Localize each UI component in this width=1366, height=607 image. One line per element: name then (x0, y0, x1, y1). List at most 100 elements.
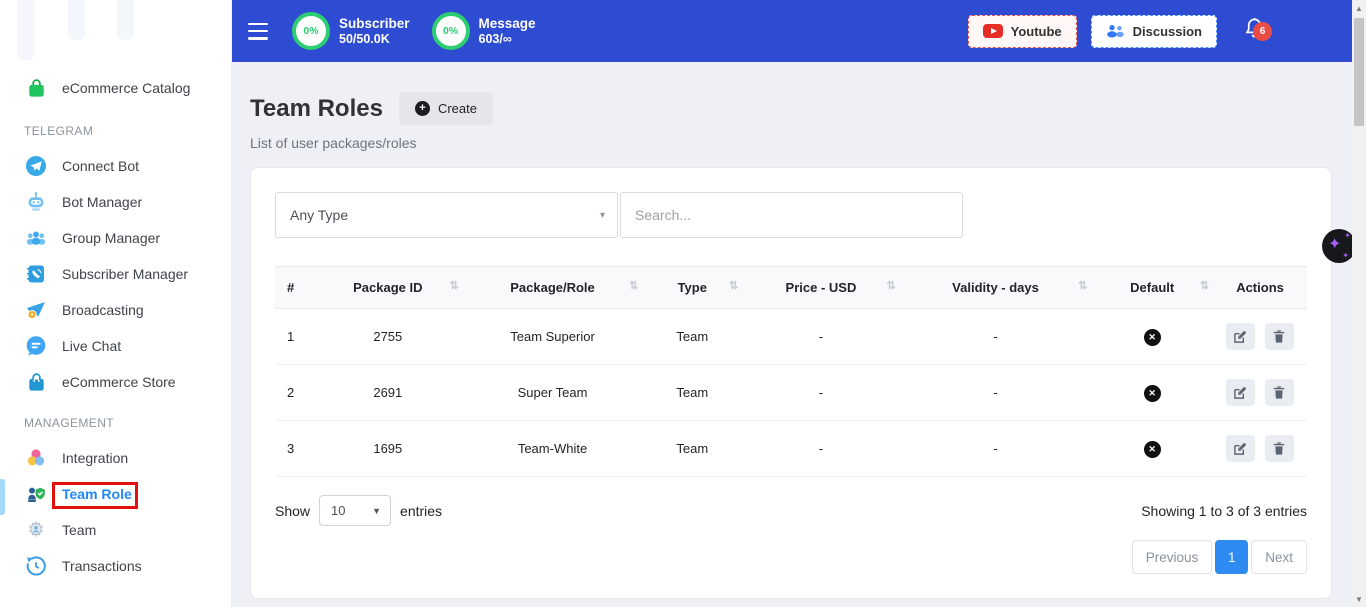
sidebar-item-transactions[interactable]: Transactions (0, 548, 231, 584)
cell-type: Team (642, 309, 742, 365)
subscriber-stat-value: 50/50.0K (339, 32, 410, 47)
main-content: Team Roles + Create List of user package… (232, 62, 1366, 607)
showing-entries-text: Showing 1 to 3 of 3 entries (1141, 503, 1307, 519)
sidebar-item-team[interactable]: Team (0, 512, 231, 548)
sidebar-item-integration[interactable]: Integration (0, 440, 231, 476)
pagination: Previous 1 Next (275, 540, 1307, 574)
page-size-select[interactable]: 10 ▼ (319, 495, 391, 526)
discussion-button[interactable]: Discussion (1091, 15, 1217, 48)
entries-label: entries (400, 503, 442, 519)
column-header-validity[interactable]: Validity - days⇅ (900, 267, 1092, 309)
sort-icon[interactable]: ⇅ (629, 279, 638, 292)
plus-circle-icon: + (415, 101, 430, 116)
hamburger-menu-icon[interactable] (248, 23, 270, 40)
logo-skeleton (0, 0, 231, 64)
group-people-icon (24, 226, 48, 250)
sort-icon[interactable]: ⇅ (729, 279, 738, 292)
column-header-package-id[interactable]: Package ID⇅ (313, 267, 463, 309)
sidebar-item-label: Integration (62, 450, 128, 466)
message-stat-label: Message (479, 15, 536, 32)
scroll-up-arrow-icon[interactable]: ▲ (1352, 0, 1366, 16)
column-header-price[interactable]: Price - USD⇅ (742, 267, 900, 309)
telegram-icon (24, 154, 48, 178)
scrollbar-thumb[interactable] (1354, 18, 1364, 126)
sort-icon[interactable]: ⇅ (449, 279, 458, 292)
column-header-actions: Actions (1213, 267, 1307, 309)
sidebar-item-broadcasting[interactable]: Broadcasting (0, 292, 231, 328)
type-filter-select[interactable]: Any Type ▾ (275, 192, 618, 238)
search-input[interactable] (620, 192, 963, 238)
delete-button[interactable] (1265, 379, 1294, 406)
chat-bubble-icon (24, 334, 48, 358)
cell-actions (1213, 309, 1307, 365)
ai-assistant-button[interactable]: ✦ ✦ ✦ (1322, 229, 1356, 263)
cell-num: 3 (275, 421, 313, 477)
column-header-num: # (275, 267, 313, 309)
discussion-button-label: Discussion (1133, 24, 1202, 39)
message-stat: 0% Message 603/∞ (432, 12, 536, 50)
users-icon (1106, 24, 1125, 38)
column-header-package-role[interactable]: Package/Role⇅ (463, 267, 643, 309)
sidebar: eCommerce Catalog TELEGRAM Connect Bot B… (0, 0, 232, 607)
table-row: 1 2755 Team Superior Team - - ✕ (275, 309, 1307, 365)
chevron-down-icon: ▾ (600, 210, 605, 221)
table-header-row: # Package ID⇅ Package/Role⇅ Type⇅ Price … (275, 267, 1307, 309)
sidebar-item-team-role[interactable]: Team Role (0, 476, 231, 512)
contact-book-icon (24, 262, 48, 286)
edit-button[interactable] (1226, 435, 1255, 462)
youtube-button[interactable]: Youtube (968, 15, 1077, 48)
create-button-label: Create (438, 101, 477, 116)
table-row: 3 1695 Team-White Team - - ✕ (275, 421, 1307, 477)
app-root: eCommerce Catalog TELEGRAM Connect Bot B… (0, 0, 1366, 607)
sidebar-item-bot-manager[interactable]: Bot Manager (0, 184, 231, 220)
cell-package-role: Super Team (463, 365, 643, 421)
sidebar-item-label: Bot Manager (62, 194, 142, 210)
team-roles-table: # Package ID⇅ Package/Role⇅ Type⇅ Price … (275, 266, 1307, 477)
cell-num: 2 (275, 365, 313, 421)
column-header-type[interactable]: Type⇅ (642, 267, 742, 309)
cell-package-id: 2691 (313, 365, 463, 421)
sidebar-item-ecommerce-store[interactable]: eCommerce Store (0, 364, 231, 400)
sidebar-item-subscriber-manager[interactable]: Subscriber Manager (0, 256, 231, 292)
not-default-icon: ✕ (1144, 329, 1161, 346)
cell-type: Team (642, 421, 742, 477)
skeleton-bar (17, 0, 34, 60)
cell-price: - (742, 309, 900, 365)
create-button[interactable]: + Create (399, 92, 493, 125)
cell-package-id: 2755 (313, 309, 463, 365)
sidebar-item-group-manager[interactable]: Group Manager (0, 220, 231, 256)
message-stat-value: 603/∞ (479, 32, 536, 47)
edit-button[interactable] (1226, 323, 1255, 350)
robot-icon (24, 190, 48, 214)
delete-button[interactable] (1265, 323, 1294, 350)
sparkles-icon: ✦ (1344, 231, 1351, 240)
sidebar-item-label: Broadcasting (62, 302, 144, 318)
cell-type: Team (642, 365, 742, 421)
column-header-default[interactable]: Default⇅ (1091, 267, 1213, 309)
cell-actions (1213, 421, 1307, 477)
notifications-button[interactable]: 6 (1243, 16, 1266, 46)
table-card: Any Type ▾ # Package ID⇅ Package/Role⇅ T… (250, 167, 1332, 599)
sort-icon[interactable]: ⇅ (1078, 279, 1087, 292)
edit-button[interactable] (1226, 379, 1255, 406)
previous-page-button[interactable]: Previous (1132, 540, 1213, 574)
shopping-bag-green-icon (24, 76, 48, 100)
sidebar-item-label: Transactions (62, 558, 142, 574)
sidebar-item-label: eCommerce Catalog (62, 80, 190, 96)
topbar: 0% Subscriber 50/50.0K 0% Message 603/∞ … (232, 0, 1366, 62)
cell-num: 1 (275, 309, 313, 365)
scroll-down-arrow-icon[interactable]: ▼ (1352, 591, 1366, 607)
delete-button[interactable] (1265, 435, 1294, 462)
sort-icon[interactable]: ⇅ (1200, 279, 1209, 292)
not-default-icon: ✕ (1144, 385, 1161, 402)
not-default-icon: ✕ (1144, 441, 1161, 458)
sidebar-item-ecommerce-catalog[interactable]: eCommerce Catalog (0, 68, 231, 108)
type-filter-value: Any Type (290, 207, 348, 223)
page-size-value: 10 (331, 503, 345, 518)
sidebar-item-connect-bot[interactable]: Connect Bot (0, 148, 231, 184)
sort-icon[interactable]: ⇅ (887, 279, 896, 292)
next-page-button[interactable]: Next (1251, 540, 1307, 574)
skeleton-bar (68, 0, 85, 40)
sidebar-item-live-chat[interactable]: Live Chat (0, 328, 231, 364)
page-1-button[interactable]: 1 (1215, 540, 1248, 574)
